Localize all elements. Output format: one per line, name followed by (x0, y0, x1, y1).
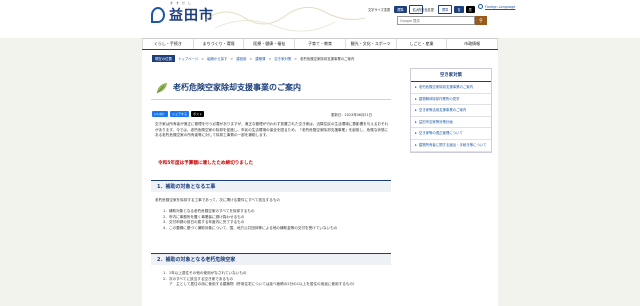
page-title-box: 老朽危険空家除却支援事業のご案内 (151, 76, 391, 100)
sidebar-link[interactable]: ▸ 老朽危険空家除却支援事業のご案内 (411, 82, 491, 94)
page-title: 老朽危険空家除却支援事業のご案内 (173, 83, 301, 92)
logo-ruby: ますだし (170, 1, 195, 5)
sidebar-link[interactable]: ▸ 空き家等の適正管理について (411, 128, 491, 140)
leaf-icon (156, 82, 167, 93)
section2-list: 1．1年以上居住その他の使用がなされていないもの 2．次のすべてに該当する空き家… (163, 271, 391, 288)
color-black-button[interactable]: 黒 (465, 6, 475, 13)
sidebar-link[interactable]: ▸ 空き家等活用支援事業のご案内 (411, 105, 491, 117)
chevron-right-icon: ▸ (415, 142, 417, 147)
site-header: 益田市 ますだし 文字サイズ変更 標準 拡大 背景色変更 標準 青 黒 Fore… (0, 0, 640, 38)
sidebar-link[interactable]: ▸ 益田市空家等対策計画 (411, 117, 491, 129)
globe-icon (478, 4, 483, 9)
breadcrumb-link[interactable]: 組織から探す (207, 56, 227, 61)
chevron-right-icon: ▸ (415, 85, 417, 89)
section1-list: 1．補助対象となる老朽危険空家のすべてを除却するもの 2．市内に事務所を置く事業… (163, 209, 391, 231)
font-standard-button[interactable]: 標準 (394, 6, 407, 13)
nav-item-city[interactable]: 市政情報 (447, 39, 499, 49)
search-icon[interactable]: ⚲ (475, 16, 487, 25)
city-emblem-icon (151, 7, 165, 23)
chevron-right-icon: ▸ (415, 119, 417, 124)
sidebar: 空き家対策 ▸ 老朽危険空家除却支援事業のご案内 ▸ 建物解体除却作業所の見学 ▸ 空… (410, 68, 492, 153)
breadcrumb-here-label: 現在の位置 (152, 55, 175, 62)
color-control: 背景色変更 標準 青 黒 (418, 5, 475, 14)
background-left (0, 0, 142, 306)
background-right (498, 0, 640, 306)
header-decoration (205, 6, 365, 32)
color-blue-button[interactable]: 青 (454, 6, 464, 13)
nav-item-health[interactable]: 医療・健康・福祉 (244, 39, 296, 49)
breadcrumb-link[interactable]: 建築課 (255, 56, 265, 61)
chevron-right-icon: ▸ (415, 96, 417, 101)
nav-item-education[interactable]: 子育て・教育 (295, 39, 346, 49)
breadcrumb-link[interactable]: トップページ (178, 56, 198, 61)
social-buttons: いいね！ シェアする ポスト (152, 111, 205, 117)
nav-item-work[interactable]: しごと・産業 (397, 39, 448, 49)
breadcrumb: 現在の位置 トップページ > 組織から探す > 建設部 > 建築課 > 空き家対策 > 老… (152, 55, 354, 62)
breadcrumb-link[interactable]: 建設部 (236, 56, 246, 61)
section2-heading: 2．補助の対象となる老朽危険空家 (151, 253, 391, 265)
foreign-language-link[interactable]: Foreign Language (478, 4, 515, 9)
font-size-control: 文字サイズ変更 標準 拡大 (368, 5, 423, 14)
site-search: ⚲ (397, 16, 487, 25)
post-button[interactable]: ポスト (191, 111, 205, 117)
sidebar-link[interactable]: ▸ 建物所有者に関する届出・手続き等について (411, 140, 491, 152)
breadcrumb-link[interactable]: 空き家対策 (274, 56, 291, 61)
notice-text: 令和5年度は予算額に達したため締切りました (158, 161, 254, 166)
intro-paragraph: 空き家は所有者が適正に管理を行う必要がありますが、適正な管理が行われず放置された… (155, 122, 389, 138)
section1-paragraph: 老朽危険空家を除却する工事であって、次に掲げる要件にすべて該当するもの (155, 198, 281, 202)
sidebar-heading: 空き家対策 (411, 69, 491, 82)
nav-item-tourism[interactable]: 観光・文化・スポーツ (346, 39, 397, 49)
chevron-right-icon: ▸ (415, 131, 417, 136)
nav-item-living[interactable]: くらし・手続き (142, 39, 194, 49)
color-standard-button[interactable]: 標準 (437, 5, 453, 14)
section1-heading: 1．補助の対象となる工事 (151, 180, 391, 192)
breadcrumb-current: 老朽危険空家除却支援事業のご案内 (300, 57, 355, 61)
list-item: ア 主として居住の用に使用する建築物（併用住宅については延べ面積の2分の1以上を… (169, 282, 357, 287)
like-button[interactable]: いいね！ (152, 111, 169, 117)
list-item: 4．この要綱に基づく補助対象について、国、地方公共団体等による他の補助金等の交付… (163, 225, 338, 230)
chevron-right-icon: ▸ (415, 108, 417, 113)
nav-item-town[interactable]: まちづくり・環境 (194, 39, 245, 49)
share-button[interactable]: シェアする (170, 111, 190, 117)
sidebar-link[interactable]: ▸ 建物解体除却作業所の見学 (411, 94, 491, 106)
search-input[interactable] (397, 16, 475, 25)
global-nav: くらし・手続き まちづくり・環境 医療・健康・福祉 子育て・教育 観光・文化・ス… (142, 38, 499, 50)
updated-date: 更新日：2023年06月21日 (331, 113, 372, 117)
